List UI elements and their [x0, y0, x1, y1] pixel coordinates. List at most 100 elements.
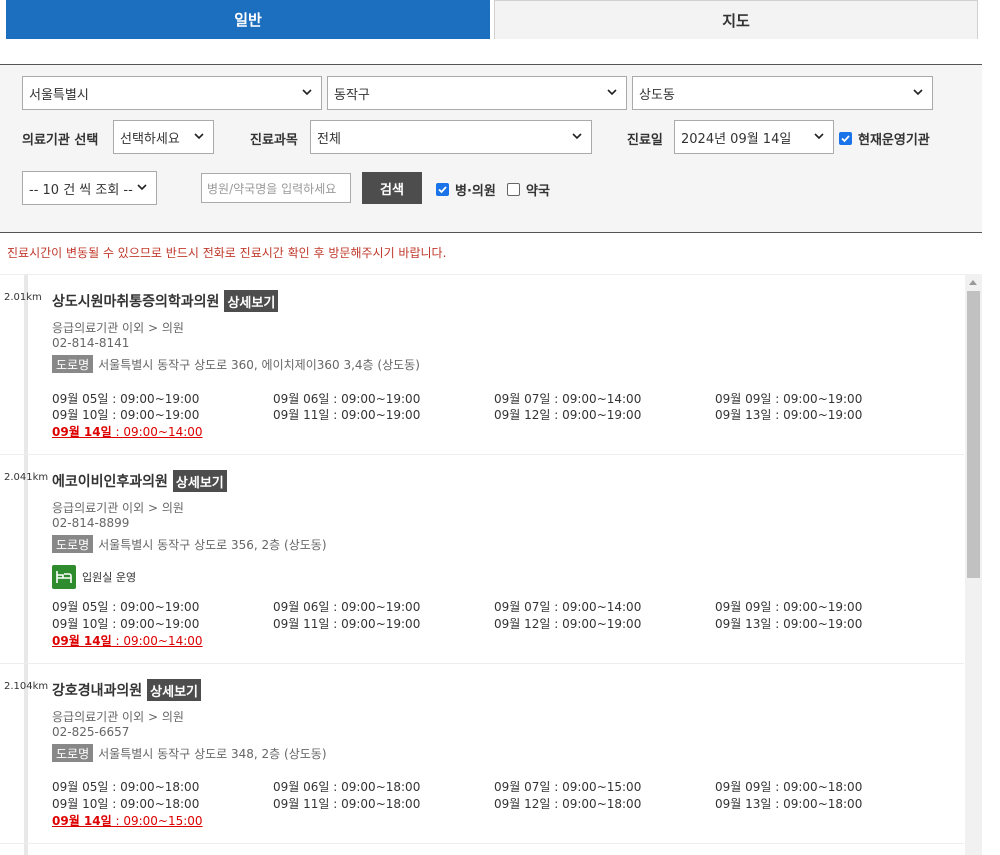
category-text: 응급의료기관 이외 > 의원: [52, 710, 184, 724]
checkbox-checked-icon: [436, 183, 449, 196]
pharmacy-checkbox[interactable]: 약국: [507, 180, 550, 199]
today-time: : 09:00~15:00: [111, 814, 203, 828]
today-date: 09월 14일: [52, 425, 112, 439]
district-select-value: 동작구: [334, 87, 370, 103]
schedule-cell: 09월 10일 : 09:00~19:00: [52, 617, 200, 631]
department-label: 진료과목: [250, 133, 298, 148]
road-badge: 도로명: [52, 535, 94, 553]
schedule-cell: 09월 10일 : 09:00~18:00: [52, 797, 200, 811]
dong-select[interactable]: 상도동: [632, 76, 933, 110]
scroll-thumb[interactable]: [967, 291, 980, 578]
bed-icon: [52, 565, 76, 589]
schedule-cell: 09월 07일 : 09:00~14:00: [494, 600, 642, 614]
district-select[interactable]: 동작구: [327, 76, 627, 110]
today-date: 09월 14일: [52, 634, 112, 648]
address-row: 도로명 서울특별시 동작구 상도로 360, 에이치제이360 3,4층 (상도…: [52, 355, 420, 373]
institution-label: 의료기관 선택: [22, 133, 99, 148]
schedule-cell: 09월 06일 : 09:00~18:00: [273, 780, 421, 794]
city-select-value: 서울특별시: [29, 87, 89, 103]
item-title-row: 에코이비인후과의원 상세보기: [52, 470, 227, 492]
address-text: 서울특별시 동작구 상도로 348, 2층 (상도동): [98, 746, 327, 761]
tab-general[interactable]: 일반: [6, 0, 490, 39]
schedule-cell: 09월 07일 : 09:00~15:00: [494, 780, 642, 794]
search-input[interactable]: 병원/약국명을 입력하세요: [201, 173, 351, 203]
inpatient-tag: 입원실 운영: [52, 565, 136, 589]
checkbox-unchecked-icon: [507, 183, 520, 196]
today-date: 09월 14일: [52, 814, 112, 828]
checkbox-checked-icon: [839, 132, 852, 145]
clinic-checkbox[interactable]: 병·의원: [436, 180, 496, 199]
institution-select[interactable]: 선택하세요: [113, 120, 214, 154]
search-button[interactable]: 검색: [362, 172, 422, 204]
today-hours: 09월 14일 : 09:00~14:00: [52, 423, 203, 440]
today-time: : 09:00~14:00: [111, 634, 203, 648]
schedule-cell: 09월 09일 : 09:00~19:00: [715, 392, 863, 406]
hospital-name[interactable]: 강호경내과의원: [52, 680, 142, 700]
schedule-cell: 09월 06일 : 09:00~19:00: [273, 600, 421, 614]
chevron-down-icon: [571, 130, 583, 142]
clinic-label: 병·의원: [455, 184, 496, 199]
schedule-cell: 09월 12일 : 09:00~19:00: [494, 617, 642, 631]
road-badge: 도로명: [52, 744, 94, 762]
tab-map[interactable]: 지도: [494, 0, 978, 39]
schedule-cell: 09월 05일 : 09:00~19:00: [52, 600, 200, 614]
chevron-down-icon: [912, 86, 924, 98]
schedule-cell: 09월 06일 : 09:00~19:00: [273, 392, 421, 406]
detail-button[interactable]: 상세보기: [172, 470, 227, 492]
chevron-down-icon: [606, 86, 618, 98]
category-text: 응급의료기관 이외 > 의원: [52, 321, 184, 335]
chevron-down-icon: [193, 130, 205, 142]
department-select-value: 전체: [317, 131, 341, 147]
phone-text: 02-825-6657: [52, 725, 130, 739]
schedule-cell: 09월 13일 : 09:00~19:00: [715, 408, 863, 422]
detail-button[interactable]: 상세보기: [224, 290, 279, 312]
address-text: 서울특별시 동작구 상도로 356, 2층 (상도동): [98, 537, 327, 552]
list-item: 2.104km 강호경내과의원 상세보기 응급의료기관 이외 > 의원 02-8…: [0, 664, 964, 844]
today-hours: 09월 14일 : 09:00~15:00: [52, 812, 203, 829]
search-filter-panel: 서울특별시 동작구 상도동 의료기관 선택 선택하세요 진료과목 전체 진료일 …: [0, 64, 982, 233]
page-size-select[interactable]: -- 10 건 씩 조회 --: [22, 171, 157, 205]
distance-label: 2.104km: [4, 681, 49, 692]
detail-button[interactable]: 상세보기: [147, 679, 202, 701]
page-size-value: -- 10 건 씩 조회 --: [29, 182, 133, 198]
address-row: 도로명 서울특별시 동작구 상도로 348, 2층 (상도동): [52, 744, 327, 762]
address-row: 도로명 서울특별시 동작구 상도로 356, 2층 (상도동): [52, 535, 327, 553]
phone-text: 02-814-8899: [52, 516, 130, 530]
distance-label: 2.01km: [4, 292, 42, 303]
item-title-row: 상도시원마취통증의학과의원 상세보기: [52, 290, 279, 312]
hospital-name[interactable]: 상도시원마취통증의학과의원: [52, 291, 219, 311]
department-select[interactable]: 전체: [310, 120, 592, 154]
today-time: : 09:00~14:00: [111, 425, 203, 439]
list-item: 2.01km 상도시원마취통증의학과의원 상세보기 응급의료기관 이외 > 의원…: [0, 275, 964, 455]
schedule-grid: 09월 05일 : 09:00~19:00 09월 06일 : 09:00~19…: [52, 598, 942, 632]
schedule-cell: 09월 09일 : 09:00~18:00: [715, 780, 863, 794]
inpatient-label: 입원실 운영: [82, 571, 137, 584]
date-label: 진료일: [627, 133, 663, 148]
schedule-cell: 09월 11일 : 09:00~19:00: [273, 408, 421, 422]
phone-text: 02-814-8141: [52, 336, 130, 350]
category-text: 응급의료기관 이외 > 의원: [52, 501, 184, 515]
institution-select-value: 선택하세요: [120, 131, 180, 147]
hospital-name[interactable]: 에코이비인후과의원: [52, 471, 168, 491]
road-badge: 도로명: [52, 355, 94, 373]
schedule-cell: 09월 05일 : 09:00~19:00: [52, 392, 200, 406]
schedule-cell: 09월 07일 : 09:00~14:00: [494, 392, 642, 406]
schedule-cell: 09월 13일 : 09:00~19:00: [715, 617, 863, 631]
city-select[interactable]: 서울특별시: [22, 76, 322, 110]
date-select[interactable]: 2024년 09월 14일: [674, 120, 834, 154]
address-text: 서울특별시 동작구 상도로 360, 에이치제이360 3,4층 (상도동): [98, 357, 420, 372]
open-now-checkbox[interactable]: 현재운영기관: [839, 129, 930, 148]
results-scrollbar[interactable]: [965, 274, 982, 855]
chevron-down-icon: [136, 181, 148, 193]
pharmacy-label: 약국: [526, 184, 550, 199]
schedule-grid: 09월 05일 : 09:00~19:00 09월 06일 : 09:00~19…: [52, 390, 942, 424]
scroll-up-icon[interactable]: [969, 280, 977, 285]
results-list: 2.01km 상도시원마취통증의학과의원 상세보기 응급의료기관 이외 > 의원…: [0, 274, 982, 855]
dong-select-value: 상도동: [639, 87, 675, 103]
schedule-grid: 09월 05일 : 09:00~18:00 09월 06일 : 09:00~18…: [52, 778, 942, 812]
schedule-cell: 09월 11일 : 09:00~18:00: [273, 797, 421, 811]
schedule-cell: 09월 12일 : 09:00~19:00: [494, 408, 642, 422]
distance-label: 2.041km: [4, 472, 49, 483]
view-tabs: 일반 지도: [6, 0, 978, 39]
open-now-label: 현재운영기관: [858, 133, 930, 148]
